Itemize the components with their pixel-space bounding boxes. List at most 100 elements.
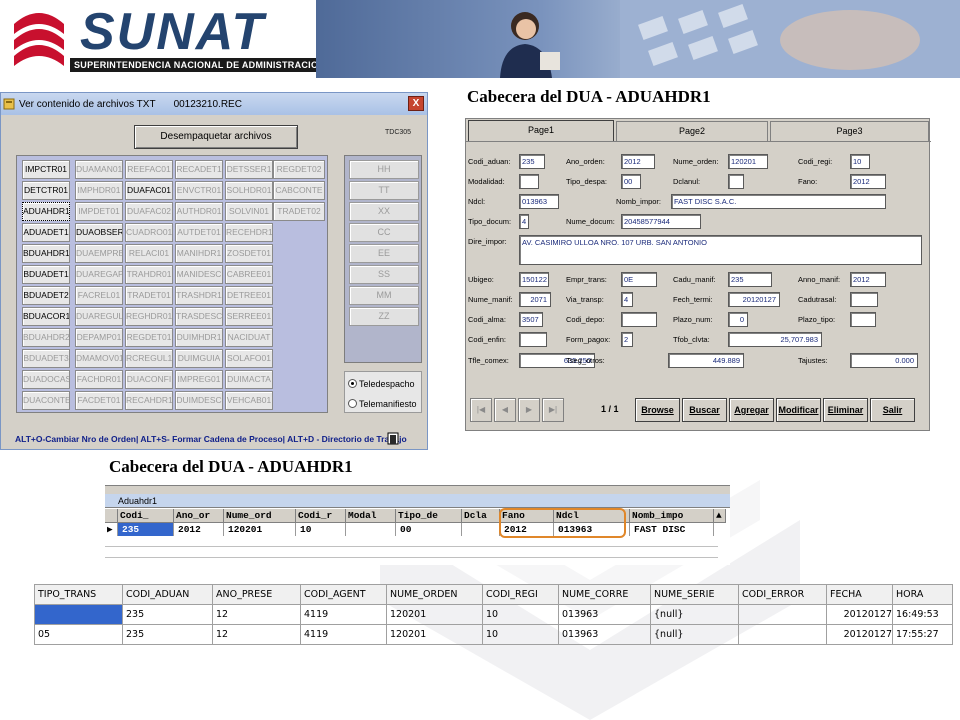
grid-cell[interactable] [462, 523, 500, 536]
file-button-trashdr1[interactable]: TRASHDR1 [175, 286, 223, 305]
table-cell[interactable]: 17:55:27 [892, 624, 953, 645]
file-button-impctr01[interactable]: IMPCTR01 [22, 160, 70, 179]
table-cell[interactable]: 120201 [386, 604, 483, 625]
agregar-button[interactable]: Agregar [729, 398, 774, 422]
nume-orden-field[interactable]: 120201 [728, 154, 768, 169]
table-column-header[interactable]: CODI_AGENT [300, 584, 387, 605]
file-button-manidesc[interactable]: MANIDESC [175, 265, 223, 284]
table-cell[interactable]: 10 [482, 604, 559, 625]
file-button-cabree01[interactable]: CABREE01 [225, 265, 273, 284]
file-button-depamp01[interactable]: DEPAMP01 [75, 328, 123, 347]
empr-trans-field[interactable]: 0E [621, 272, 657, 287]
plazo-num-field[interactable]: 0 [728, 312, 748, 327]
salir-button[interactable]: Salir [870, 398, 915, 422]
door-exit-icon[interactable] [386, 431, 400, 445]
tipo-docum-field[interactable]: 4 [519, 214, 529, 229]
grid-cell[interactable]: FAST DISC [630, 523, 714, 536]
codi-depo-field[interactable] [621, 312, 657, 327]
nume-manif-field[interactable]: 2071 [519, 292, 551, 307]
table-column-header[interactable]: HORA [892, 584, 953, 605]
ndcl-field[interactable]: 013963 [519, 194, 559, 209]
grid-cell[interactable]: 120201 [224, 523, 296, 536]
file-button-aduahdr1[interactable]: ADUAHDR1 [22, 202, 70, 221]
table-cell[interactable]: 235 [122, 624, 213, 645]
modalidad-field[interactable] [519, 174, 539, 189]
tajustes-field[interactable]: 0.000 [850, 353, 918, 368]
file-button-detsser1[interactable]: DETSSER1 [225, 160, 273, 179]
anno-manif-field[interactable]: 2012 [850, 272, 886, 287]
file-button-fachdr01[interactable]: FACHDR01 [75, 370, 123, 389]
plazo-tipo-field[interactable] [850, 312, 876, 327]
file-button-solafo01[interactable]: SOLAFO01 [225, 349, 273, 368]
ano-orden-field[interactable]: 2012 [621, 154, 655, 169]
codi-aduan-field[interactable]: 235 [519, 154, 545, 169]
side-button-ss[interactable]: SS [349, 265, 419, 284]
side-button-xx[interactable]: XX [349, 202, 419, 221]
file-button-zosdet01[interactable]: ZOSDET01 [225, 244, 273, 263]
file-button-solhdr01[interactable]: SOLHDR01 [225, 181, 273, 200]
file-button-cabconte[interactable]: CABCONTE [273, 181, 325, 200]
file-button-duafac02[interactable]: DUAFAC02 [125, 202, 173, 221]
file-button-relaci01[interactable]: RELACI01 [125, 244, 173, 263]
file-button-duaempre[interactable]: DUAEMPRE [75, 244, 123, 263]
table-column-header[interactable]: NUME_CORRE [558, 584, 651, 605]
table-column-header[interactable]: CODI_ERROR [738, 584, 827, 605]
file-button-regdet02[interactable]: REGDET02 [273, 160, 325, 179]
file-button-imphdr01[interactable]: IMPHDR01 [75, 181, 123, 200]
side-button-hh[interactable]: HH [349, 160, 419, 179]
modificar-button[interactable]: Modificar [776, 398, 821, 422]
unpack-button[interactable]: Desempaquetar archivos [134, 125, 298, 149]
table-row[interactable]: 05 235 12 4119 120201 10 013963 {null} 20120127 1… [34, 624, 953, 645]
grid-column-header[interactable]: Codi_ [118, 509, 174, 523]
next-record-button[interactable]: ▶ [518, 398, 540, 422]
file-button-trasdesc[interactable]: TRASDESC [175, 307, 223, 326]
nomb-impor-field[interactable]: FAST DISC S.A.C. [671, 194, 886, 209]
cadutrasal-field[interactable] [850, 292, 878, 307]
scroll-up-icon[interactable]: ▲ [714, 509, 726, 523]
file-button-aduadet1[interactable]: ADUADET1 [22, 223, 70, 242]
radio-teledespacho[interactable]: Teledespacho [345, 375, 421, 392]
table-cell[interactable]: 013963 [558, 604, 651, 625]
table-cell[interactable]: 12 [212, 624, 301, 645]
grid-cell[interactable]: 2012 [174, 523, 224, 536]
file-button-tradet01[interactable]: TRADET01 [125, 286, 173, 305]
file-button-bduahdr1[interactable]: BDUAHDR1 [22, 244, 70, 263]
tab-page2[interactable]: Page2 [616, 121, 768, 141]
table-column-header[interactable]: TIPO_TRANS [34, 584, 123, 605]
side-button-tt[interactable]: TT [349, 181, 419, 200]
file-button-manihdr1[interactable]: MANIHDR1 [175, 244, 223, 263]
table-cell[interactable] [738, 604, 827, 625]
tseg-otros-field[interactable]: 449.889 [668, 353, 744, 368]
tab-page1[interactable]: Page1 [468, 120, 614, 142]
grid-column-header[interactable]: Nomb_impo [630, 509, 714, 523]
table-cell[interactable]: 120201 [386, 624, 483, 645]
ubigeo-field[interactable]: 150122 [519, 272, 549, 287]
file-button-facrel01[interactable]: FACREL01 [75, 286, 123, 305]
file-button-impreg01[interactable]: IMPREG01 [175, 370, 223, 389]
grid-column-header[interactable]: Ano_or [174, 509, 224, 523]
file-button-tradet02[interactable]: TRADET02 [273, 202, 325, 221]
file-button-rcregul1[interactable]: RCREGUL1 [125, 349, 173, 368]
grid-column-header[interactable]: Tipo_de [396, 509, 462, 523]
table-cell[interactable]: 013963 [558, 624, 651, 645]
file-button-duaconte[interactable]: DUACONTE [22, 391, 70, 410]
file-button-bduadet3[interactable]: BDUADET3 [22, 349, 70, 368]
file-button-duaconfi[interactable]: DUACONFI [125, 370, 173, 389]
table-column-header[interactable]: FECHA [826, 584, 893, 605]
table-cell[interactable]: 05 [34, 624, 123, 645]
file-button-recahdr1[interactable]: RECAHDR1 [125, 391, 173, 410]
table-cell[interactable]: 20120127 [826, 624, 893, 645]
file-button-naciduat[interactable]: NACIDUAT [225, 328, 273, 347]
file-button-duaman01[interactable]: DUAMAN01 [75, 160, 123, 179]
file-button-authdr01[interactable]: AUTHDR01 [175, 202, 223, 221]
via-transp-field[interactable]: 4 [621, 292, 633, 307]
file-button-trahdr01[interactable]: TRAHDR01 [125, 265, 173, 284]
grid-column-header[interactable]: Dcla [462, 509, 500, 523]
side-button-ee[interactable]: EE [349, 244, 419, 263]
grid-column-header[interactable]: Nume_ord [224, 509, 296, 523]
file-button-recehdr1[interactable]: RECEHDR1 [225, 223, 273, 242]
file-button-recadet1[interactable]: RECADET1 [175, 160, 223, 179]
side-button-mm[interactable]: MM [349, 286, 419, 305]
browse-button[interactable]: Browse [635, 398, 680, 422]
buscar-button[interactable]: Buscar [682, 398, 727, 422]
